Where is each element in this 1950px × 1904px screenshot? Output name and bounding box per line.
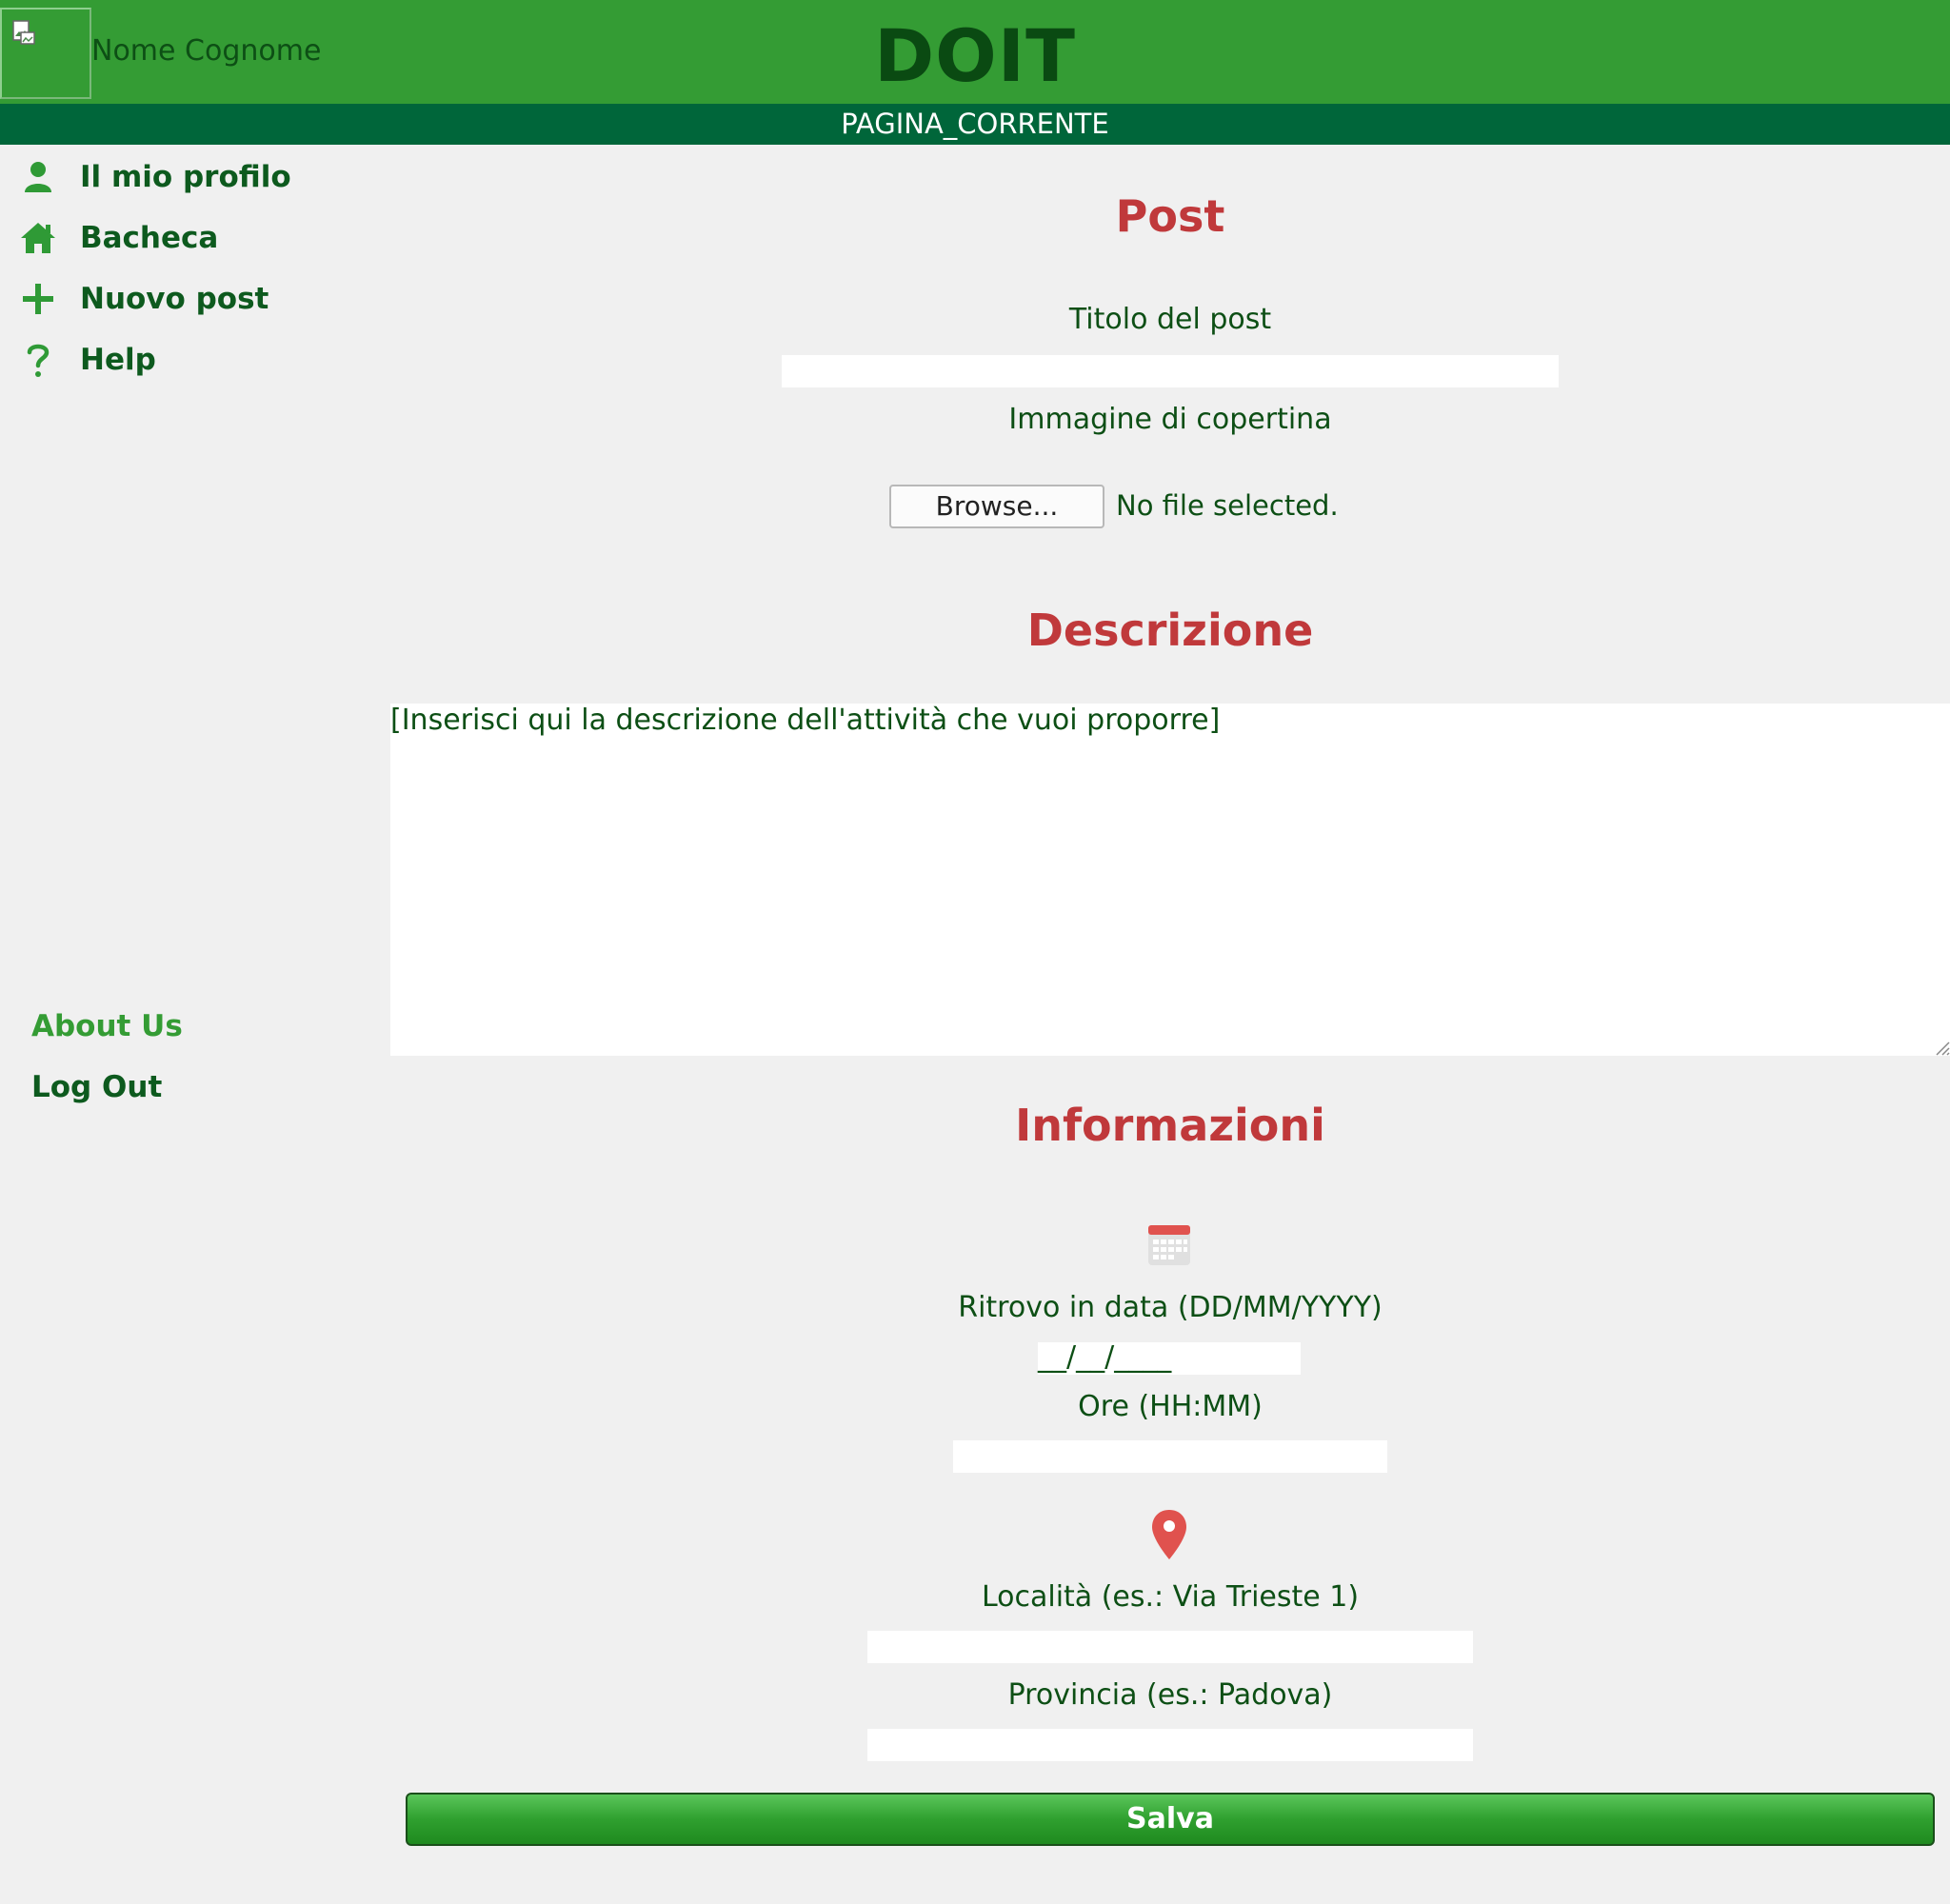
description-section-title: Descrizione xyxy=(1026,605,1314,656)
logout-link[interactable]: Log Out xyxy=(31,1070,162,1104)
post-title-input[interactable] xyxy=(782,355,1559,387)
sidebar-item-profile[interactable]: Il mio profilo xyxy=(17,153,291,201)
home-icon xyxy=(17,217,59,259)
location-label: Località (es.: Via Trieste 1) xyxy=(981,1580,1360,1614)
description-placeholder: [Inserisci qui la descrizione dell'attiv… xyxy=(390,704,1221,737)
sidebar-item-bacheca[interactable]: Bacheca xyxy=(17,214,218,262)
question-icon xyxy=(17,339,59,381)
sidebar-item-help[interactable]: Help xyxy=(17,336,156,384)
time-input[interactable] xyxy=(953,1440,1387,1473)
sidebar-item-label: Bacheca xyxy=(80,221,219,255)
current-page-bar: PAGINA_CORRENTE xyxy=(0,104,1950,145)
sidebar-item-nuovo-post[interactable]: Nuovo post xyxy=(17,275,269,323)
sidebar-item-label: Nuovo post xyxy=(80,282,269,316)
sidebar-item-label: Il mio profilo xyxy=(80,160,291,194)
brand-logo-text: DOIT xyxy=(874,13,1076,98)
province-label: Provincia (es.: Padova) xyxy=(1007,1678,1333,1712)
plus-icon xyxy=(17,278,59,320)
header-bar: Nome Cognome DOIT xyxy=(0,0,1950,104)
post-section-title: Post xyxy=(1115,190,1225,242)
location-input[interactable] xyxy=(867,1631,1473,1663)
calendar-icon xyxy=(1148,1225,1190,1265)
resize-grip-icon[interactable] xyxy=(1933,1039,1950,1056)
about-us-link[interactable]: About Us xyxy=(31,1009,183,1043)
post-title-label: Titolo del post xyxy=(1068,303,1272,336)
date-input[interactable]: __/__/____ xyxy=(1038,1340,1301,1375)
province-input[interactable] xyxy=(867,1729,1473,1761)
user-icon xyxy=(17,156,59,198)
file-status-text: No file selected. xyxy=(1116,489,1339,522)
sidebar-item-label: Help xyxy=(80,343,156,377)
cover-image-label: Immagine di copertina xyxy=(1008,403,1332,436)
save-button[interactable]: Salva xyxy=(406,1793,1935,1846)
time-label: Ore (HH:MM) xyxy=(1078,1390,1263,1423)
browse-button[interactable]: Browse... xyxy=(889,485,1104,528)
info-section-title: Informazioni xyxy=(1015,1100,1325,1151)
date-mask: __/__/____ xyxy=(1038,1340,1172,1374)
location-pin-icon xyxy=(1152,1510,1186,1559)
date-label: Ritrovo in data (DD/MM/YYYY) xyxy=(958,1291,1383,1324)
description-textarea[interactable]: [Inserisci qui la descrizione dell'attiv… xyxy=(390,704,1950,1056)
